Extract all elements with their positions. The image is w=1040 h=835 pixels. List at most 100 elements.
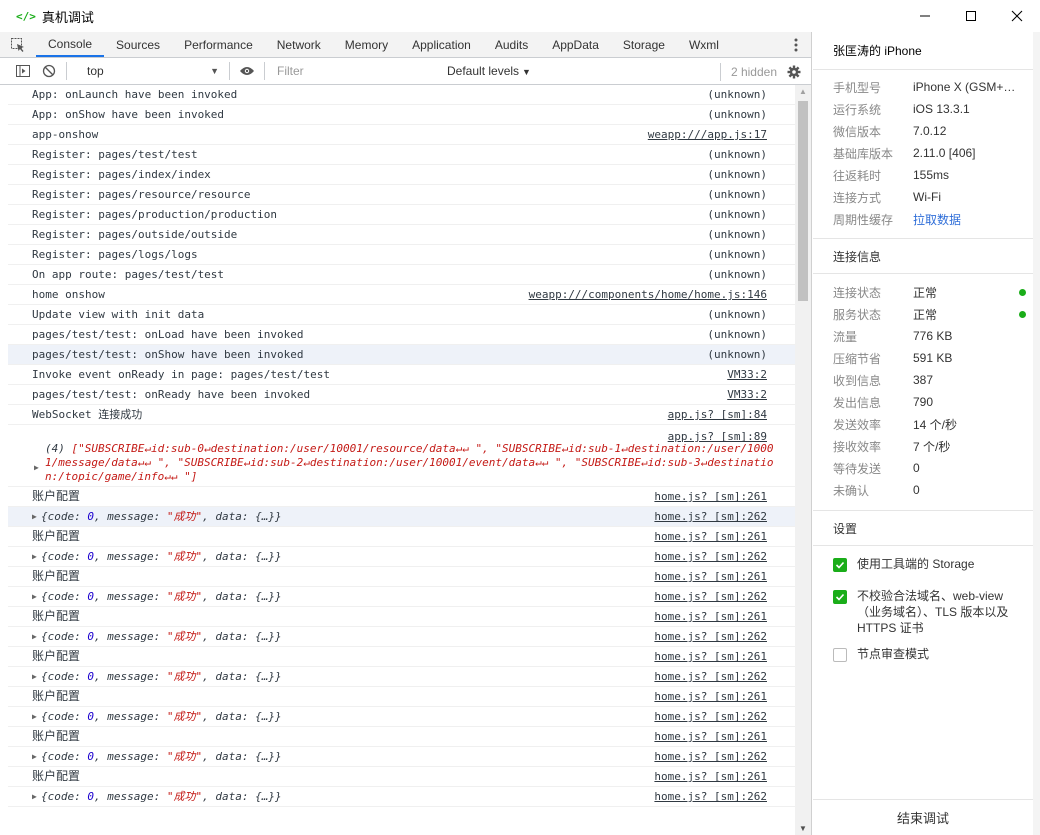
minimize-button[interactable] (902, 0, 948, 32)
console-source-link[interactable]: home.js? [sm]:262 (654, 587, 767, 606)
window-title-bar: </> 真机调试 (0, 0, 1040, 32)
console-array-body[interactable]: (4) ["SUBSCRIBE↵id:sub-0↵destination:/us… (45, 442, 782, 484)
console-message-text: 账户配置 (32, 489, 81, 503)
context-selector[interactable]: top ▼ (79, 62, 225, 81)
console-message: WebSocket 连接成功 app.js? [sm]:84 (8, 405, 795, 425)
object-open: {code: (41, 670, 88, 683)
tab-appdata[interactable]: AppData (540, 32, 611, 57)
console-source-link[interactable]: home.js? [sm]:261 (654, 567, 767, 586)
console-message: pages/test/test: onReady have been invok… (8, 385, 795, 405)
object-open: {code: (41, 630, 88, 643)
console-source-link[interactable]: home.js? [sm]:261 (654, 687, 767, 706)
expand-triangle-icon[interactable]: ▶ (32, 707, 37, 726)
minimize-icon (920, 15, 930, 17)
tab-audits[interactable]: Audits (483, 32, 540, 57)
console-source-link[interactable]: home.js? [sm]:261 (654, 487, 767, 506)
info-value: 7.0.12 (913, 124, 947, 138)
tab-storage[interactable]: Storage (611, 32, 677, 57)
console-source-link[interactable]: home.js? [sm]:262 (654, 707, 767, 726)
expand-triangle-icon[interactable]: ▶ (32, 547, 37, 566)
maximize-button[interactable] (948, 0, 994, 32)
console-scrollbar[interactable]: ▲ ▼ (795, 85, 811, 835)
console-object-message[interactable]: ▶ {code: 0, message: "成功", data: {…}} home… (8, 707, 795, 727)
console-object-message[interactable]: ▶ {code: 0, message: "成功", data: {…}} home… (8, 627, 795, 647)
console-source-link[interactable]: home.js? [sm]:261 (654, 607, 767, 626)
filter-input[interactable] (273, 61, 439, 81)
tab-memory[interactable]: Memory (333, 32, 400, 57)
console-source-link[interactable]: home.js? [sm]:262 (654, 507, 767, 526)
console-object-message[interactable]: ▶ {code: 0, message: "成功", data: {…}} home… (8, 787, 795, 807)
console-source-link[interactable]: VM33:2 (727, 385, 767, 404)
info-value: 正常 (913, 307, 938, 322)
expand-triangle-icon[interactable]: ▶ (32, 587, 37, 606)
toolbar-separator (264, 62, 265, 80)
hidden-count-label: 2 hidden (730, 64, 777, 79)
checkbox-unchecked-icon[interactable] (833, 648, 847, 662)
object-mid: , message: (93, 670, 167, 683)
tab-network[interactable]: Network (265, 32, 333, 57)
console-source-link[interactable]: home.js? [sm]:262 (654, 667, 767, 686)
console-message-text: pages/test/test: onLoad have been invoke… (32, 328, 304, 341)
fetch-data-link[interactable]: 拉取数据 (913, 211, 961, 228)
live-expression-button[interactable] (234, 58, 260, 85)
checkbox-checked-icon[interactable] (833, 590, 847, 604)
setting-checkbox-row[interactable]: 使用工具端的 Storage (833, 556, 1023, 572)
toggle-sidebar-button[interactable] (10, 58, 36, 85)
setting-checkbox-row[interactable]: 节点审查模式 (833, 646, 1023, 662)
console-message: 账户配置 home.js? [sm]:261 (8, 567, 795, 587)
console-source-link[interactable]: home.js? [sm]:262 (654, 787, 767, 806)
console-settings-button[interactable] (783, 58, 805, 85)
status-ok-dot-icon (1019, 289, 1026, 296)
expand-triangle-icon[interactable]: ▶ (32, 787, 37, 806)
scroll-down-arrow-icon[interactable]: ▼ (799, 824, 807, 833)
console-object-message[interactable]: ▶ {code: 0, message: "成功", data: {…}} home… (8, 507, 795, 527)
console-source-link[interactable]: home.js? [sm]:261 (654, 767, 767, 786)
close-button[interactable] (994, 0, 1040, 32)
scroll-up-arrow-icon[interactable]: ▲ (799, 87, 807, 96)
console-source-link[interactable]: home.js? [sm]:262 (654, 547, 767, 566)
console-message: 账户配置 home.js? [sm]:261 (8, 727, 795, 747)
scrollbar-thumb[interactable] (798, 101, 808, 301)
tab-console[interactable]: Console (36, 32, 105, 57)
console-message-text: Register: pages/resource/resource (32, 188, 251, 201)
console-object-message[interactable]: ▶ {code: 0, message: "成功", data: {…}} home… (8, 667, 795, 687)
expand-triangle-icon[interactable]: ▶ (32, 667, 37, 686)
object-message-value: "成功" (166, 710, 203, 723)
console-object-message[interactable]: ▶ {code: 0, message: "成功", data: {…}} home… (8, 587, 795, 607)
tab-application[interactable]: Application (400, 32, 483, 57)
console-source-link[interactable]: weapp:///app.js:17 (648, 125, 767, 144)
console-message: Register: pages/index/index (unknown) (8, 165, 795, 185)
more-menu-button[interactable] (789, 32, 803, 58)
console-source-link[interactable]: home.js? [sm]:261 (654, 647, 767, 666)
console-message: 账户配置 home.js? [sm]:261 (8, 687, 795, 707)
checkbox-checked-icon[interactable] (833, 558, 847, 572)
console-source-link[interactable]: app.js? [sm]:84 (668, 405, 767, 424)
tab-sources[interactable]: Sources (104, 32, 172, 57)
console-source-link[interactable]: VM33:2 (727, 365, 767, 384)
console-message: App: onLaunch have been invoked (unknown) (8, 85, 795, 105)
clear-console-button[interactable] (36, 58, 62, 85)
console-source-link[interactable]: home.js? [sm]:261 (654, 527, 767, 546)
expand-triangle-icon[interactable]: ▶ (32, 507, 37, 526)
info-key: 发送效率 (833, 417, 882, 432)
object-mid: , message: (93, 630, 167, 643)
expand-triangle-icon[interactable]: ▶ (32, 747, 37, 766)
console-object-message[interactable]: ▶ {code: 0, message: "成功", data: {…}} home… (8, 547, 795, 567)
eye-icon (240, 67, 254, 75)
console-source-link[interactable]: weapp:///components/home/home.js:146 (529, 285, 767, 304)
log-levels-dropdown[interactable]: Default levels ▼ (447, 64, 531, 78)
info-row: 等待发送 0 (833, 457, 1028, 479)
object-open: {code: (41, 790, 88, 803)
stop-debugging-button[interactable]: 结束调试 (813, 799, 1033, 835)
expand-triangle-icon[interactable]: ▶ (32, 627, 37, 646)
setting-checkbox-row[interactable]: 不校验合法域名、web-view（业务域名）、TLS 版本以及 HTTPS 证书 (833, 588, 1023, 636)
tab-performance[interactable]: Performance (172, 32, 265, 57)
console-object-message[interactable]: ▶ {code: 0, message: "成功", data: {…}} home… (8, 747, 795, 767)
info-key: 微信版本 (833, 124, 882, 139)
expand-triangle-icon[interactable]: ▶ (34, 458, 39, 477)
inspect-element-button[interactable] (0, 32, 36, 57)
tab-wxml[interactable]: Wxml (677, 32, 731, 57)
console-source-link[interactable]: home.js? [sm]:261 (654, 727, 767, 746)
console-source-link[interactable]: home.js? [sm]:262 (654, 747, 767, 766)
console-source-link[interactable]: home.js? [sm]:262 (654, 627, 767, 646)
